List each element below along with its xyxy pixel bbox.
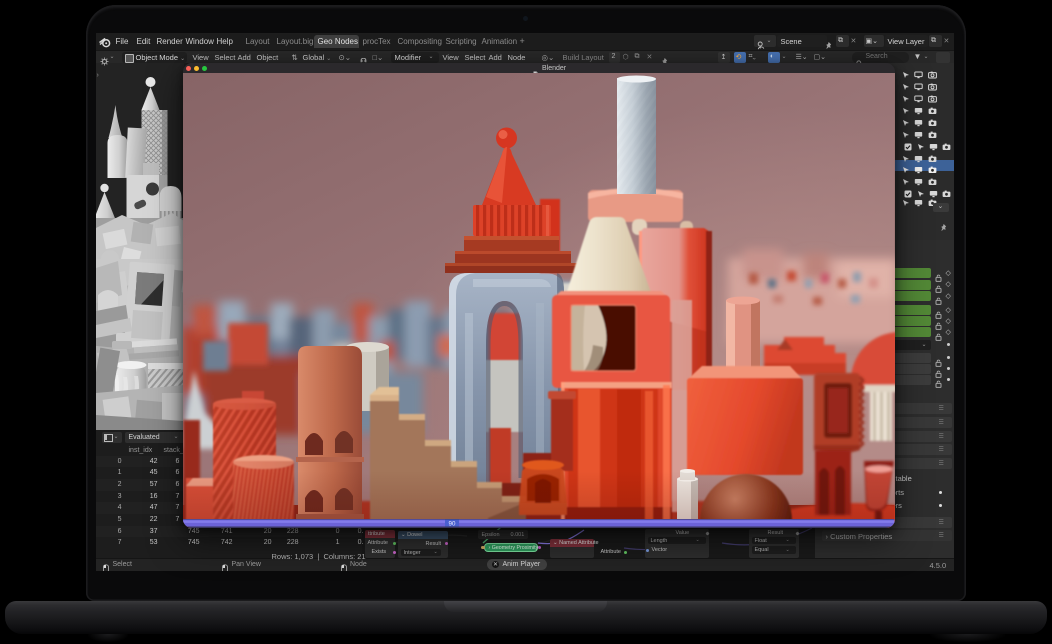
svg-text:90: 90 (449, 521, 456, 528)
